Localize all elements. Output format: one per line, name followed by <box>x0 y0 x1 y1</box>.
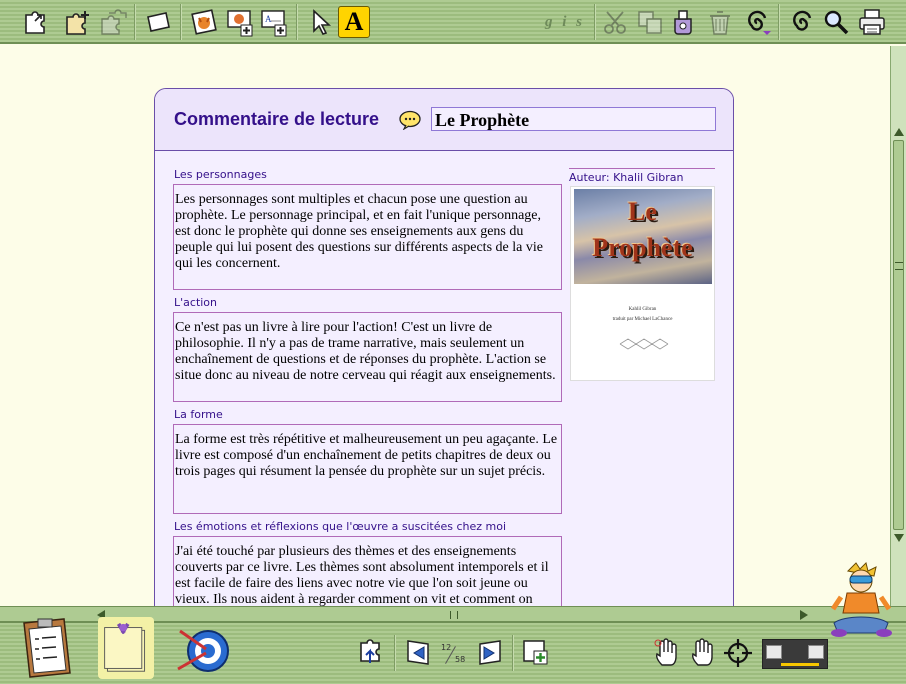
page-counter: 12 58 <box>441 643 469 669</box>
cover-translator: traduit par Michael LaChance <box>612 317 673 322</box>
cover-title-line1: Le <box>628 197 657 226</box>
toolbar-separator <box>296 4 298 40</box>
cover-title-line2: Prophète <box>592 233 693 262</box>
toolbar-separator <box>512 635 514 671</box>
horizontal-scroll-grip <box>450 611 458 619</box>
minimap-viewport-bar <box>781 663 819 666</box>
section-field-characters[interactable]: Les personnages sont multiples et chacun… <box>173 184 562 290</box>
book-title-field[interactable]: Le Prophète <box>431 107 716 131</box>
clipboard-checklist-icon[interactable] <box>18 617 74 679</box>
vertical-scroll-thumb[interactable] <box>893 140 904 530</box>
page-minimap[interactable] <box>762 639 828 669</box>
minimap-page <box>808 645 824 659</box>
svg-text:A: A <box>265 14 272 24</box>
scroll-up-arrow-icon[interactable] <box>894 128 904 136</box>
add-page-icon[interactable] <box>520 637 550 667</box>
section-label-emotions: Les émotions et réflexions que l'œuvre a… <box>174 520 507 533</box>
section-label-action: L'action <box>174 296 218 309</box>
add-image-icon[interactable] <box>224 6 256 38</box>
toolbar-separator <box>778 4 780 40</box>
puzzle-arrow-icon[interactable] <box>20 6 52 38</box>
bottom-toolbar: 12 58 <box>0 562 906 684</box>
next-page-icon[interactable] <box>472 637 504 667</box>
scissors-icon[interactable] <box>600 6 632 38</box>
book-cover-image[interactable]: Le Prophète Kahlil Gibran traduit par Mi… <box>570 186 715 381</box>
toolbar-separator <box>594 4 596 40</box>
bold-italic-underline-label: g i s <box>544 13 585 30</box>
section-field-emotions[interactable]: J'ai été touché par plusieurs des thèmes… <box>173 536 562 606</box>
speech-bubble-icon[interactable] <box>399 110 421 130</box>
mascot-character-icon[interactable] <box>830 561 892 641</box>
image-cat-icon[interactable] <box>188 6 220 38</box>
puzzle-copy-icon[interactable] <box>98 6 130 38</box>
reading-commentary-card: Commentaire de lecture Le Prophète Les p… <box>154 88 734 606</box>
scroll-down-arrow-icon[interactable] <box>894 534 904 542</box>
puzzle-add-icon[interactable] <box>62 6 94 38</box>
toolbar-separator <box>180 4 182 40</box>
spiral-icon[interactable] <box>786 6 818 38</box>
card-title: Commentaire de lecture <box>174 109 380 129</box>
text-style-buttons[interactable]: g i s <box>541 6 589 38</box>
cover-author: Kahlil Gibran <box>628 307 657 312</box>
top-toolbar: A A g i s <box>0 0 906 44</box>
hand-grab-icon[interactable] <box>688 637 720 669</box>
section-field-action[interactable]: Ce n'est pas un livre à lire pour l'acti… <box>173 312 562 402</box>
pointer-arrow-icon[interactable] <box>304 6 336 38</box>
section-field-form[interactable]: La forme est très répétitive et malheure… <box>173 424 562 514</box>
section-label-characters: Les personnages <box>174 168 267 181</box>
text-font-label: A <box>344 7 364 36</box>
card-icon[interactable] <box>142 6 174 38</box>
target-darts-icon[interactable] <box>176 623 232 677</box>
section-label-form: La forme <box>174 408 223 421</box>
hand-move-icon[interactable] <box>652 637 684 669</box>
previous-page-icon[interactable] <box>404 637 436 667</box>
add-text-field-icon[interactable]: A <box>258 6 290 38</box>
vertical-scroll-grip <box>895 262 903 270</box>
text-font-button[interactable]: A <box>338 6 370 38</box>
vertical-scrollbar[interactable] <box>890 46 906 606</box>
printer-icon[interactable] <box>856 6 888 38</box>
sticky-notes-icon[interactable] <box>98 617 154 679</box>
total-pages: 58 <box>455 655 466 664</box>
workspace-canvas: Commentaire de lecture Le Prophète Les p… <box>0 46 890 606</box>
minimap-page <box>766 645 782 659</box>
puzzle-navigate-icon[interactable] <box>356 637 386 667</box>
cover-ornament-icon <box>619 338 669 350</box>
scroll-right-arrow-icon[interactable] <box>800 610 808 620</box>
toolbar-separator <box>134 4 136 40</box>
toolbar-separator <box>394 635 396 671</box>
card-header: Commentaire de lecture Le Prophète <box>155 89 733 151</box>
spiral-dropdown-icon[interactable] <box>742 6 774 38</box>
paste-glue-icon[interactable] <box>668 6 700 38</box>
trash-icon[interactable] <box>704 6 736 38</box>
author-label: Auteur: Khalil Gibran <box>569 168 715 184</box>
crosshair-icon[interactable] <box>722 637 754 669</box>
search-icon[interactable] <box>820 6 852 38</box>
current-page: 12 <box>441 643 452 652</box>
copy-icon[interactable] <box>634 6 666 38</box>
